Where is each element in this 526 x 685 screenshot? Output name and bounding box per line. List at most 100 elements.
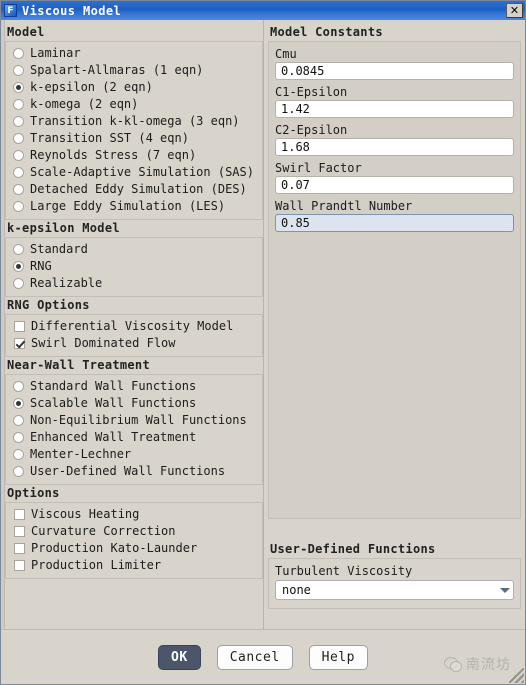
radio-icon[interactable] [13, 116, 24, 127]
model-option-sas[interactable]: Scale-Adaptive Simulation (SAS) [10, 164, 258, 181]
ke-option-realizable[interactable]: Realizable [10, 275, 258, 292]
model-option-reynolds-stress[interactable]: Reynolds Stress (7 eqn) [10, 147, 258, 164]
cmu-input[interactable]: 0.0845 [275, 62, 514, 80]
checkbox-icon[interactable] [14, 560, 25, 571]
option-label: Spalart-Allmaras (1 eqn) [30, 63, 204, 77]
option-label: k-omega (2 eqn) [30, 97, 139, 111]
window-title: Viscous Model [22, 3, 122, 18]
close-icon[interactable]: ✕ [506, 3, 523, 18]
option-label: Swirl Dominated Flow [31, 336, 176, 350]
nwt-option-enhanced-wall-treatment[interactable]: Enhanced Wall Treatment [10, 429, 258, 446]
option-label: Production Limiter [31, 558, 162, 572]
user-defined-functions-heading: User-Defined Functions [270, 542, 436, 556]
checkbox-icon[interactable] [14, 543, 25, 554]
option-production-kato-launder[interactable]: Production Kato-Launder [10, 540, 258, 557]
right-panel: Model Constants Cmu 0.0845 C1-Epsilon 1.… [264, 20, 525, 629]
nwt-option-user-defined-wall-functions[interactable]: User-Defined Wall Functions [10, 463, 258, 480]
near-wall-treatment-group: Standard Wall Functions Scalable Wall Fu… [5, 374, 263, 485]
radio-icon[interactable] [13, 48, 24, 59]
k-epsilon-model-group: Standard RNG Realizable [5, 237, 263, 297]
option-viscous-heating[interactable]: Viscous Heating [10, 506, 258, 523]
nwt-option-scalable-wall-functions[interactable]: Scalable Wall Functions [10, 395, 258, 412]
radio-icon[interactable] [13, 466, 24, 477]
option-label: Viscous Heating [31, 507, 140, 521]
cmu-label: Cmu [275, 47, 297, 61]
c2-epsilon-input[interactable]: 1.68 [275, 138, 514, 156]
title-bar[interactable]: F Viscous Model ✕ [1, 1, 525, 20]
wall-prandtl-number-label: Wall Prandtl Number [275, 199, 413, 213]
nwt-option-menter-lechner[interactable]: Menter-Lechner [10, 446, 258, 463]
turbulent-viscosity-value: none [282, 583, 311, 597]
options-heading: Options [7, 486, 60, 500]
swirl-factor-label: Swirl Factor [275, 161, 362, 175]
radio-icon[interactable] [13, 415, 24, 426]
nwt-option-non-equilibrium-wall-functions[interactable]: Non-Equilibrium Wall Functions [10, 412, 258, 429]
option-label: RNG [30, 259, 52, 273]
k-epsilon-model-heading: k-epsilon Model [7, 221, 120, 235]
radio-icon[interactable] [13, 398, 24, 409]
option-label: Transition SST (4 eqn) [30, 131, 189, 145]
radio-icon[interactable] [13, 82, 24, 93]
rng-options-group: Differential Viscosity Model Swirl Domin… [5, 314, 263, 357]
help-button[interactable]: Help [308, 644, 368, 670]
radio-icon[interactable] [13, 244, 24, 255]
option-label: Standard Wall Functions [30, 379, 197, 393]
rng-option-swirl-dominated-flow[interactable]: Swirl Dominated Flow [10, 335, 258, 352]
model-option-k-omega[interactable]: k-omega (2 eqn) [10, 96, 258, 113]
option-label: Scalable Wall Functions [30, 396, 197, 410]
radio-icon[interactable] [13, 167, 24, 178]
dialog-content: Model Laminar Spalart-Allmaras (1 eqn) k… [1, 20, 525, 629]
radio-icon[interactable] [13, 99, 24, 110]
wall-prandtl-number-input[interactable]: 0.85 [275, 214, 514, 232]
option-label: Scale-Adaptive Simulation (SAS) [30, 165, 254, 179]
model-option-spalart-allmaras[interactable]: Spalart-Allmaras (1 eqn) [10, 62, 258, 79]
option-label: Enhanced Wall Treatment [30, 430, 197, 444]
chevron-down-icon[interactable] [498, 584, 511, 597]
viscous-model-dialog: F Viscous Model ✕ Model Laminar Spalart-… [0, 0, 526, 685]
model-option-des[interactable]: Detached Eddy Simulation (DES) [10, 181, 258, 198]
option-label: Production Kato-Launder [31, 541, 198, 555]
option-curvature-correction[interactable]: Curvature Correction [10, 523, 258, 540]
radio-icon[interactable] [13, 184, 24, 195]
nwt-option-standard-wall-functions[interactable]: Standard Wall Functions [10, 378, 258, 395]
ke-option-rng[interactable]: RNG [10, 258, 258, 275]
model-option-transition-k-kl-omega[interactable]: Transition k-kl-omega (3 eqn) [10, 113, 258, 130]
swirl-factor-input[interactable]: 0.07 [275, 176, 514, 194]
radio-icon[interactable] [13, 278, 24, 289]
option-label: Menter-Lechner [30, 447, 132, 461]
option-production-limiter[interactable]: Production Limiter [10, 557, 258, 574]
c1-epsilon-input[interactable]: 1.42 [275, 100, 514, 118]
option-label: k-epsilon (2 eqn) [30, 80, 153, 94]
model-option-k-epsilon[interactable]: k-epsilon (2 eqn) [10, 79, 258, 96]
option-label: Large Eddy Simulation (LES) [30, 199, 226, 213]
rng-option-differential-viscosity-model[interactable]: Differential Viscosity Model [10, 318, 258, 335]
checkbox-icon[interactable] [14, 321, 25, 332]
radio-icon[interactable] [13, 381, 24, 392]
radio-icon[interactable] [13, 432, 24, 443]
radio-icon[interactable] [13, 150, 24, 161]
turbulent-viscosity-select[interactable]: none [275, 580, 514, 600]
radio-icon[interactable] [13, 65, 24, 76]
model-option-laminar[interactable]: Laminar [10, 45, 258, 62]
cancel-button[interactable]: Cancel [216, 644, 293, 670]
checkbox-icon[interactable] [14, 338, 25, 349]
c2-epsilon-label: C2-Epsilon [275, 123, 348, 137]
option-label: Differential Viscosity Model [31, 319, 234, 333]
ok-button[interactable]: OK [158, 644, 201, 670]
option-label: Realizable [30, 276, 103, 290]
radio-icon[interactable] [13, 133, 24, 144]
model-option-transition-sst[interactable]: Transition SST (4 eqn) [10, 130, 258, 147]
radio-icon[interactable] [13, 201, 24, 212]
option-label: Non-Equilibrium Wall Functions [30, 413, 247, 427]
near-wall-treatment-heading: Near-Wall Treatment [7, 358, 150, 372]
turbulent-viscosity-label: Turbulent Viscosity [275, 564, 413, 578]
model-option-les[interactable]: Large Eddy Simulation (LES) [10, 198, 258, 215]
radio-icon[interactable] [13, 449, 24, 460]
ke-option-standard[interactable]: Standard [10, 241, 258, 258]
option-label: Standard [30, 242, 88, 256]
checkbox-icon[interactable] [14, 526, 25, 537]
radio-icon[interactable] [13, 261, 24, 272]
checkbox-icon[interactable] [14, 509, 25, 520]
watermark-text: 南流坊 [466, 657, 511, 673]
model-constants-heading: Model Constants [270, 25, 383, 39]
